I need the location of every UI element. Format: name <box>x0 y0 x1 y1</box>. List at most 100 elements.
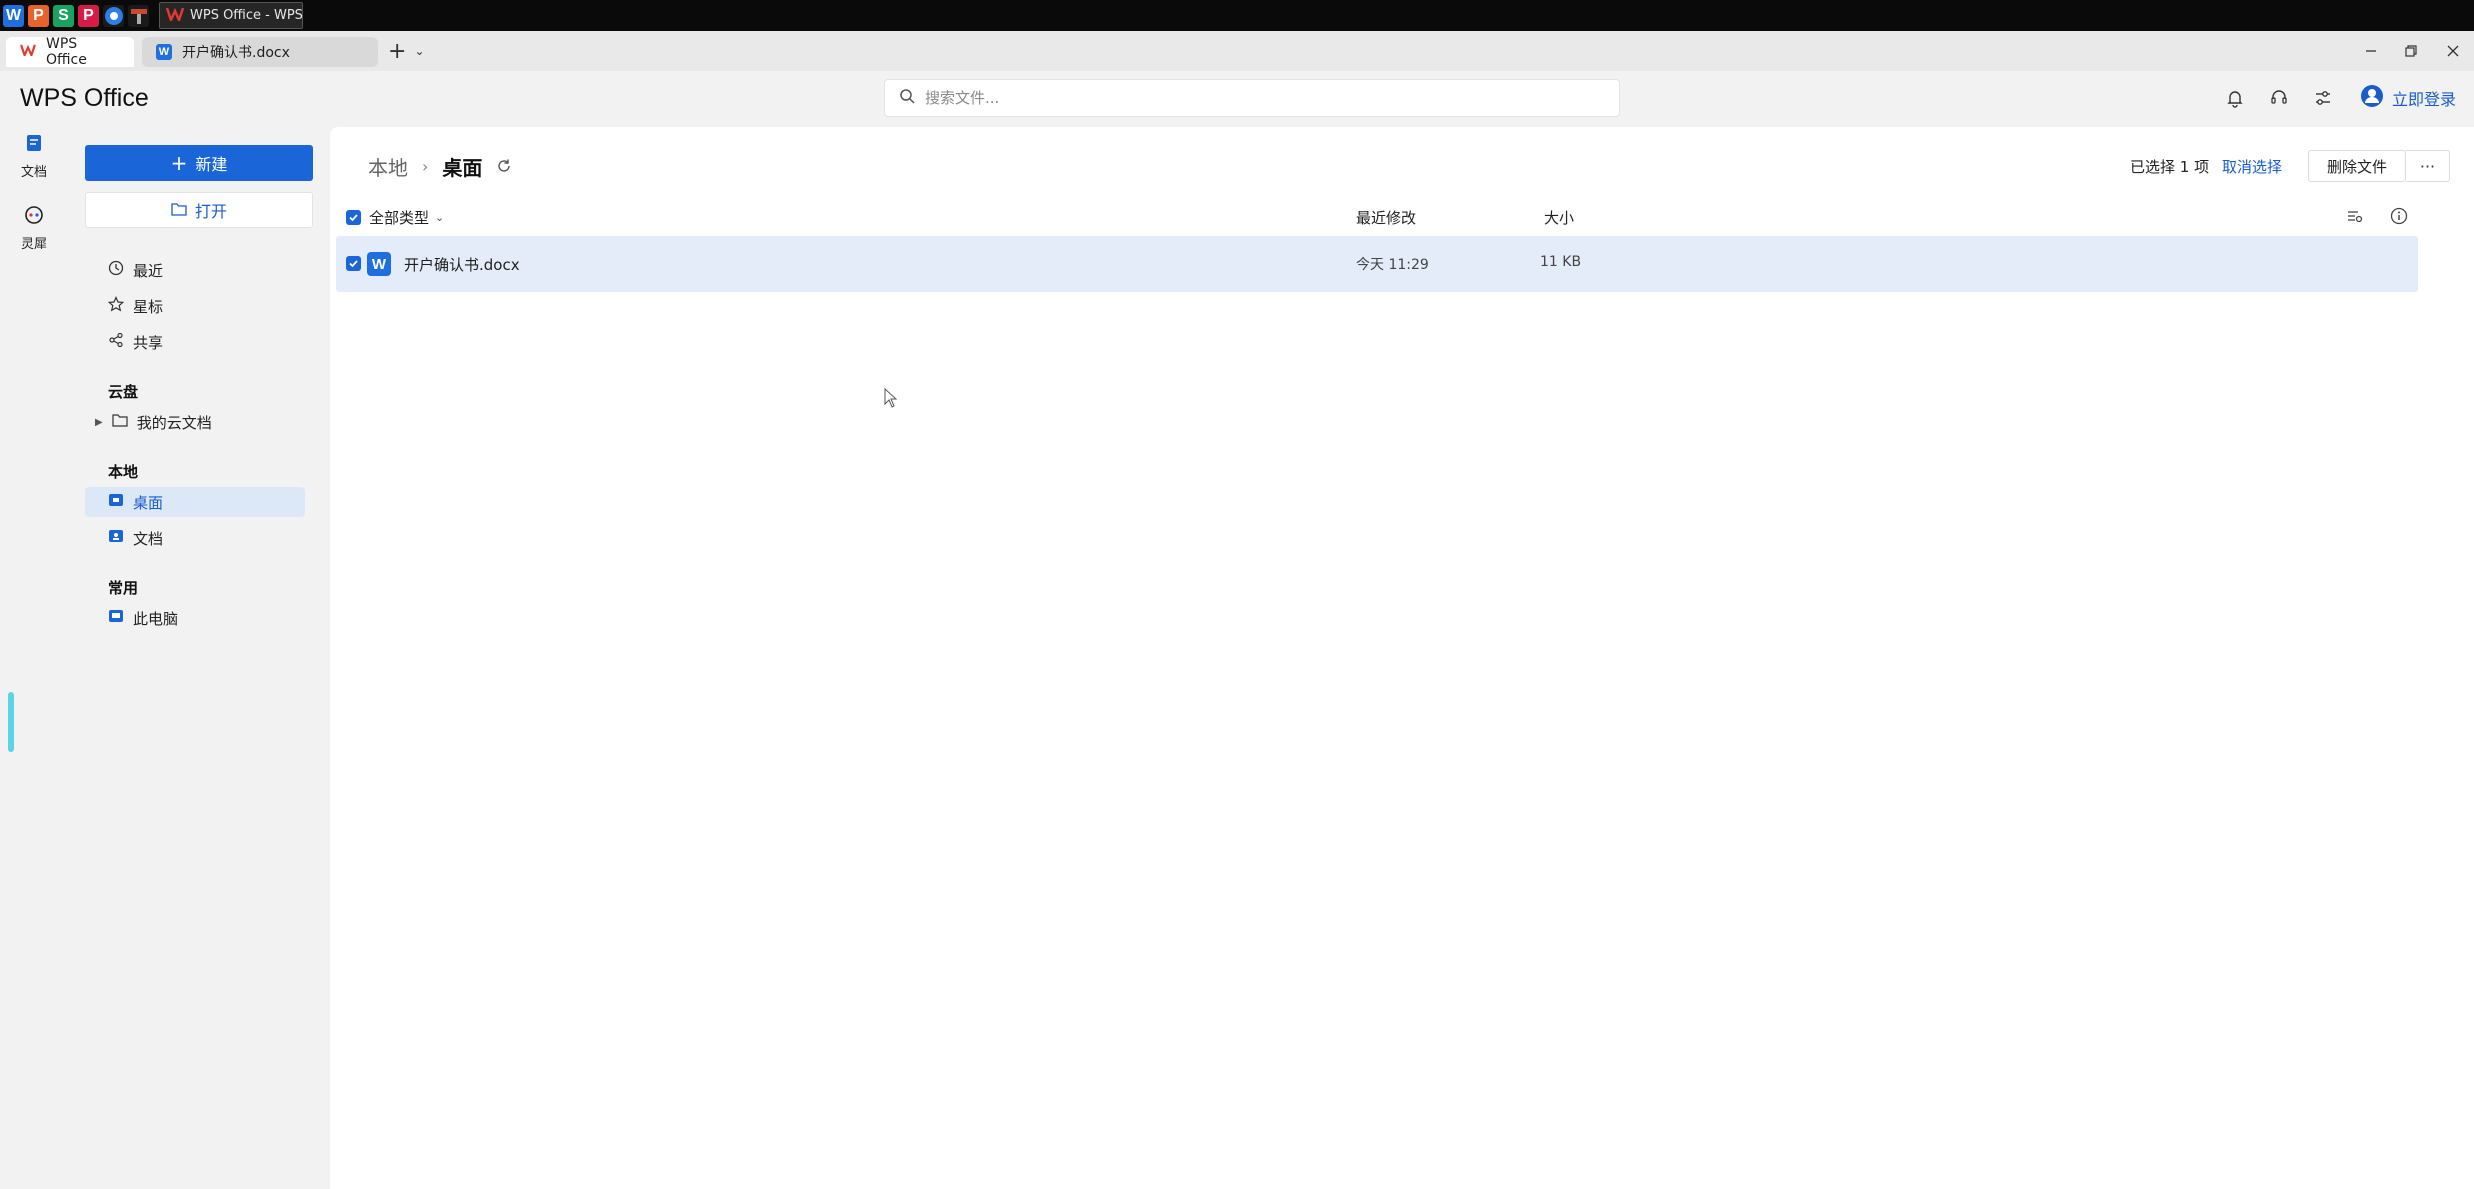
plus-icon: + <box>170 151 188 175</box>
app-header: WPS Office 立即登录 <box>0 71 2474 127</box>
headset-icon[interactable] <box>2266 85 2292 111</box>
app-brand: WPS Office <box>20 84 149 112</box>
sort-settings-icon[interactable] <box>2346 207 2364 229</box>
sidebar-item-this-pc[interactable]: 此电脑 <box>85 603 305 633</box>
desktop-folder-icon <box>108 493 124 511</box>
computer-folder-icon <box>108 609 124 627</box>
chevron-down-icon[interactable]: ⌄ <box>414 44 424 58</box>
search-input[interactable] <box>925 89 1605 107</box>
minimize-button[interactable] <box>2350 31 2392 71</box>
bell-icon[interactable] <box>2222 85 2248 111</box>
column-size[interactable]: 大小 <box>1544 207 1574 228</box>
folder-open-icon <box>171 201 187 220</box>
tab-label: 开户确认书.docx <box>182 45 290 61</box>
open-label: 打开 <box>194 202 227 221</box>
browser-icon[interactable] <box>103 4 124 27</box>
sidebar-item-label: 桌面 <box>133 493 164 512</box>
type-filter-label: 全部类型 <box>369 209 430 227</box>
section-common: 常用 <box>108 579 139 597</box>
sidebar: + 新建 打开 最近 星标 共享 云盘 ▶ 我的云文档 本地 桌面 文档 常用 … <box>68 127 330 1189</box>
file-table-header: 全部类型 ⌄ 最近修改 大小 <box>330 199 2474 235</box>
tab-label: WPS Office <box>46 36 87 68</box>
close-button[interactable] <box>2432 31 2474 71</box>
sidebar-item-label: 最近 <box>133 261 164 280</box>
taskbar-window-wps[interactable]: WPS Office - WPS ... <box>159 2 303 29</box>
login-label: 立即登录 <box>2392 90 2457 109</box>
search-box[interactable] <box>884 79 1620 117</box>
rail-docs-label: 文档 <box>20 165 47 180</box>
share-icon <box>108 332 124 352</box>
open-button[interactable]: 打开 <box>85 192 313 228</box>
sidebar-item-shared[interactable]: 共享 <box>85 327 305 357</box>
tab-document[interactable]: W 开户确认书.docx <box>142 37 378 67</box>
wps-writer-icon[interactable]: W <box>3 4 24 27</box>
chevron-right-icon: › <box>422 157 429 176</box>
type-filter-dropdown[interactable]: 全部类型 ⌄ <box>369 207 444 228</box>
sidebar-item-my-cloud[interactable]: ▶ 我的云文档 <box>85 407 305 437</box>
tab-wps-home[interactable]: WPS Office <box>6 36 134 68</box>
main-panel: 本地 › 桌面 已选择 1 项 取消选择 删除文件 ··· 全部类型 ⌄ 最近修… <box>330 127 2474 1189</box>
section-local: 本地 <box>108 463 139 481</box>
delete-file-button[interactable]: 删除文件 <box>2308 150 2406 182</box>
wps-spreadsheet-icon[interactable]: S <box>53 4 74 27</box>
rail-accent-bar <box>8 692 14 752</box>
rail-docs[interactable]: 文档 <box>0 133 68 180</box>
mouse-cursor-icon <box>884 387 900 414</box>
section-cloud: 云盘 <box>108 383 139 401</box>
breadcrumb: 本地 › 桌面 <box>368 152 512 181</box>
sidebar-item-desktop[interactable]: 桌面 <box>85 487 305 517</box>
new-label: 新建 <box>195 155 228 174</box>
os-taskbar: W P S P WPS Office - WPS ... <box>0 0 2474 31</box>
sidebar-item-label: 共享 <box>133 333 164 352</box>
rail-lingxi-label: 灵犀 <box>20 237 47 252</box>
folder-icon <box>112 413 128 431</box>
wps-presentation-icon[interactable]: P <box>28 4 49 27</box>
info-icon[interactable] <box>2390 207 2408 229</box>
settings-sliders-icon[interactable] <box>2310 85 2336 111</box>
sidebar-item-documents[interactable]: 文档 <box>85 523 305 553</box>
restore-button[interactable] <box>2390 31 2432 71</box>
sidebar-item-label: 此电脑 <box>133 609 179 628</box>
plus-icon: + <box>388 38 407 64</box>
rail-lingxi[interactable]: 灵犀 <box>0 205 68 252</box>
column-modified[interactable]: 最近修改 <box>1356 207 1416 228</box>
clock-icon <box>108 260 124 280</box>
star-icon <box>107 296 125 316</box>
new-button[interactable]: + 新建 <box>85 145 313 181</box>
sidebar-item-label: 星标 <box>133 297 164 316</box>
tab-bar: WPS Office W 开户确认书.docx + ⌄ <box>0 31 2474 71</box>
sidebar-item-recent[interactable]: 最近 <box>85 255 305 285</box>
table-row[interactable]: W 开户确认书.docx 今天 11:29 11 KB <box>336 236 2418 292</box>
selection-count: 已选择 1 项 <box>2130 158 2210 176</box>
wps-logo-icon <box>20 44 36 60</box>
taskbar-window-title: WPS Office - WPS ... <box>190 8 303 23</box>
wps-pdf-icon[interactable]: P <box>78 4 99 27</box>
sidebar-item-starred[interactable]: 星标 <box>85 291 305 321</box>
login-button[interactable]: 立即登录 <box>2360 84 2456 112</box>
documents-folder-icon <box>108 529 124 547</box>
left-rail: 文档 灵犀 <box>0 127 68 1189</box>
file-size: 11 KB <box>1540 254 1582 270</box>
new-tab-button[interactable]: + ⌄ <box>388 39 425 64</box>
more-options-button[interactable]: ··· <box>2406 150 2450 182</box>
search-icon <box>899 88 915 108</box>
file-name[interactable]: 开户确认书.docx <box>404 254 520 275</box>
row-checkbox[interactable] <box>346 256 361 271</box>
file-modified: 今天 11:29 <box>1356 257 1429 273</box>
user-avatar-icon <box>2360 84 2384 112</box>
tool-icon[interactable] <box>128 4 149 27</box>
expand-arrow-icon[interactable]: ▶ <box>95 417 103 428</box>
breadcrumb-current: 桌面 <box>442 156 483 180</box>
wps-logo-icon <box>165 7 185 25</box>
robot-icon <box>24 205 44 229</box>
cancel-selection-link[interactable]: 取消选择 <box>2222 156 2282 177</box>
select-all-checkbox[interactable] <box>346 210 361 225</box>
breadcrumb-root[interactable]: 本地 <box>368 152 408 181</box>
chevron-down-icon: ⌄ <box>435 211 445 224</box>
document-icon <box>24 133 44 157</box>
sidebar-item-label: 文档 <box>133 529 164 548</box>
word-doc-icon: W <box>367 252 391 276</box>
word-doc-icon: W <box>156 44 172 60</box>
sidebar-item-label: 我的云文档 <box>136 413 212 432</box>
refresh-icon[interactable] <box>496 155 512 179</box>
